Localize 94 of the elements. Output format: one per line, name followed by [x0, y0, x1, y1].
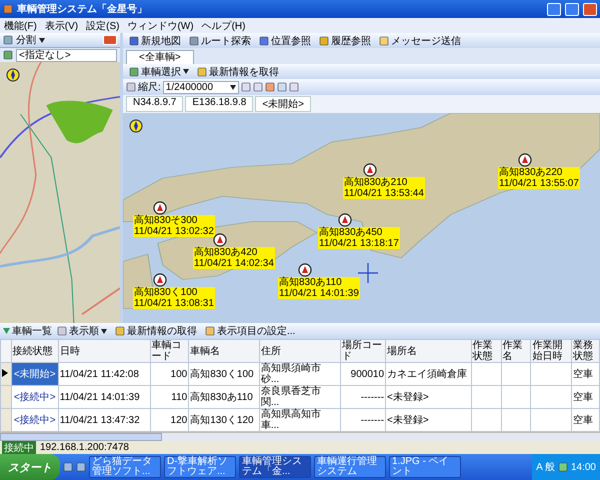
table-cell [471, 362, 502, 386]
minimize-button[interactable] [547, 2, 561, 16]
connection-status: 接続中 [2, 440, 36, 454]
refresh-button[interactable]: 最新情報の取得 [112, 324, 200, 338]
window-title: 車輌管理システム「金星号」 [17, 2, 148, 16]
map-tab[interactable]: <全車輌> [126, 50, 194, 64]
compass-icon [129, 119, 143, 133]
scale-dropdown[interactable]: 1/2400000 [162, 80, 239, 94]
table-cell: ------- [340, 386, 386, 408]
list-title: 車輌一覧 [12, 324, 52, 338]
vehicle-label: 高知830あ110 11/04/21 14:01:39 [278, 277, 360, 299]
longitude-field: E136.18.9.8 [185, 96, 254, 112]
vehicle-marker-icon[interactable] [153, 201, 167, 215]
column-header[interactable]: 業務状態 [572, 340, 600, 362]
vehicle-marker-icon[interactable] [153, 273, 167, 287]
vehicle-marker-icon[interactable] [338, 213, 352, 227]
vehicle-marker-icon[interactable] [518, 153, 532, 167]
column-header[interactable]: 車輌コード [150, 340, 189, 362]
vehicle-label: 高知830く100 11/04/21 13:08:31 [133, 287, 215, 309]
column-header[interactable]: 住所 [259, 340, 341, 362]
vehicle-marker-icon[interactable] [213, 233, 227, 247]
table-cell: 空車 [572, 362, 600, 386]
table-cell: 空車 [572, 386, 600, 408]
table-cell: 奈良県香芝市関... [259, 386, 341, 408]
maximize-button[interactable] [565, 2, 579, 16]
taskbar-item[interactable]: どら猫データ管理ソフト... [89, 456, 161, 478]
table-cell: 110 [150, 386, 189, 408]
table-cell: 高知830く100 [188, 362, 260, 386]
settings-button[interactable]: 表示項目の設定... [202, 324, 298, 338]
column-header[interactable]: 作業状態 [471, 340, 502, 362]
refresh-button[interactable]: 最新情報を取得 [194, 65, 282, 78]
address-field: <未開始> [255, 96, 311, 112]
taskbar-item[interactable]: D-撃車解析ソフトウェア... [164, 456, 236, 478]
table-cell: 900010 [340, 362, 386, 386]
row-selector[interactable] [0, 362, 12, 386]
table-cell: 11/04/21 14:01:39 [58, 386, 150, 408]
toolbar-button[interactable]: ルート探索 [186, 34, 254, 47]
scale-label: 縮尺: [138, 80, 161, 94]
caret-icon [39, 38, 45, 42]
column-header[interactable]: 場所名 [386, 340, 472, 362]
table-cell [471, 386, 502, 408]
toolbar-button[interactable]: 位置参照 [256, 34, 314, 47]
column-header[interactable]: 車輌名 [188, 340, 260, 362]
split-menu[interactable]: 分割 [16, 33, 36, 47]
row-pointer-icon [2, 368, 8, 376]
table-cell: <未登録> [386, 386, 472, 408]
table-cell: <接続中> [11, 386, 58, 408]
table-cell: <未開始> [11, 362, 58, 386]
close-button[interactable] [103, 35, 117, 45]
close-button[interactable] [583, 2, 597, 16]
table-cell [530, 362, 572, 386]
toolbar-button[interactable]: 新規地図 [126, 34, 184, 47]
toolbar-button[interactable]: メッセージ送信 [376, 34, 464, 47]
server-address: 192.168.1.200:7478 [40, 442, 129, 453]
vehicle-select-button[interactable]: 車輌選択 [126, 65, 192, 78]
table-cell [530, 386, 572, 408]
caret-icon [183, 69, 189, 74]
caret-icon [101, 328, 107, 334]
menu-item[interactable]: 機能(F) [4, 18, 37, 32]
vehicle-label: 高知830あ220 11/04/21 13:55:07 [498, 167, 580, 189]
crosshair-icon [358, 263, 378, 283]
menu-item[interactable]: ウィンドウ(W) [127, 18, 194, 32]
table-cell: 高知830あ110 [188, 386, 260, 408]
table-cell: 高知県須崎市砂... [259, 362, 341, 386]
column-header[interactable]: 接続状態 [11, 340, 58, 362]
table-cell: 11/04/21 11:42:08 [58, 362, 150, 386]
taskbar-item[interactable]: 1.JPG - ペイント [389, 456, 461, 478]
taskbar-item[interactable]: 車輌管理システム「金... [239, 456, 311, 478]
column-header[interactable]: 作業開始日時 [530, 340, 572, 362]
toolbar-button[interactable]: 履歴参照 [316, 34, 374, 47]
sort-button[interactable]: 表示順 [54, 324, 110, 338]
menu-item[interactable]: 設定(S) [86, 18, 120, 32]
vehicle-label: 高知830あ450 11/04/21 13:18:17 [318, 227, 400, 249]
column-header[interactable]: 作業名 [501, 340, 531, 362]
table-cell: 100 [150, 362, 189, 386]
column-header[interactable]: 場所コード [340, 340, 386, 362]
taskbar-item[interactable]: 車輌運行管理システム [314, 456, 386, 478]
column-header[interactable]: 日時 [58, 340, 150, 362]
horizontal-scrollbar[interactable] [0, 432, 600, 441]
filter-field[interactable]: <指定なし> [16, 48, 117, 62]
table-cell [501, 386, 531, 408]
vehicle-marker-icon[interactable] [298, 263, 312, 277]
vehicle-label: 高知830あ210 11/04/21 13:53:44 [343, 177, 425, 199]
table-cell: カネエイ須崎倉庫 [386, 362, 472, 386]
vehicle-marker-icon[interactable] [363, 163, 377, 177]
collapse-icon[interactable] [3, 328, 10, 334]
latitude-field: N34.8.9.7 [126, 96, 184, 112]
clock: 14:00 [570, 462, 596, 472]
table-cell [501, 362, 531, 386]
vehicle-label: 高知830あ420 11/04/21 14:02:34 [193, 247, 275, 269]
menu-item[interactable]: ヘルプ(H) [202, 18, 246, 32]
caret-icon [230, 84, 236, 90]
menu-item[interactable]: 表示(V) [44, 18, 78, 32]
vehicle-label: 高知830そ300 11/04/21 13:02:32 [133, 215, 215, 237]
